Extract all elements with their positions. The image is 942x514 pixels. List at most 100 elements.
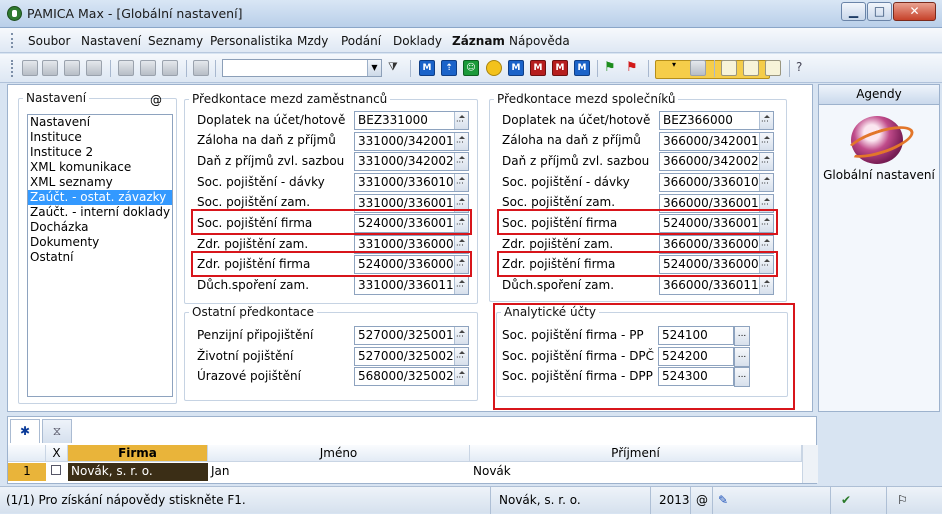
menu-doklady[interactable]: Doklady xyxy=(393,34,442,48)
firma-cell[interactable]: Novák, s. r. o. xyxy=(68,463,208,481)
row-checkbox[interactable] xyxy=(46,463,68,481)
checkbox-icon[interactable] xyxy=(51,465,61,475)
menu-seznamy[interactable]: Seznamy xyxy=(148,34,203,48)
list-item[interactable]: Docházka xyxy=(28,220,172,235)
prijmeni-column-header[interactable]: Příjmení xyxy=(470,445,802,462)
spin-icon[interactable] xyxy=(454,133,468,150)
note-icon[interactable] xyxy=(721,60,737,76)
menu-grip[interactable] xyxy=(11,33,14,48)
row-number[interactable]: 1 xyxy=(8,463,46,481)
edit-icon[interactable]: ✎ xyxy=(712,487,830,514)
m-blue-icon[interactable]: M xyxy=(419,60,435,76)
list-item[interactable]: Instituce 2 xyxy=(28,145,172,160)
minimize-button[interactable]: ▁ xyxy=(841,2,866,21)
list-icon[interactable] xyxy=(743,60,759,76)
list-item[interactable]: XML seznamy xyxy=(28,175,172,190)
account-field[interactable]: 568000/325002 xyxy=(354,367,469,386)
save-as-icon[interactable] xyxy=(162,60,178,76)
new-record-tab[interactable]: ✱ xyxy=(10,419,40,443)
filter-icon[interactable]: ⧩ xyxy=(388,60,404,76)
spin-icon[interactable] xyxy=(759,174,773,191)
list-item[interactable]: Nastavení xyxy=(28,115,172,130)
flag-icon[interactable]: ⚐ xyxy=(886,487,942,514)
toolbar-grip[interactable] xyxy=(11,60,14,77)
company-legend: Předkontace mezd společníků xyxy=(497,92,676,106)
account-field[interactable]: BEZ366000 xyxy=(659,111,774,130)
menu-podani[interactable]: Podání xyxy=(341,34,381,48)
account-field[interactable]: 331000/336011 xyxy=(354,276,469,295)
spin-icon[interactable] xyxy=(759,277,773,294)
jmeno-cell[interactable]: Jan xyxy=(208,463,470,481)
spin-icon[interactable] xyxy=(454,112,468,129)
print-icon[interactable] xyxy=(64,60,80,76)
spin-icon[interactable] xyxy=(454,368,468,385)
menu-nastaveni[interactable]: Nastavení xyxy=(81,34,141,48)
toolbar-combo[interactable]: ▼ xyxy=(222,59,382,77)
account-field[interactable]: 527000/325002 xyxy=(354,347,469,366)
save-icon[interactable] xyxy=(140,60,156,76)
spin-icon[interactable] xyxy=(454,327,468,344)
account-field[interactable]: 366000/336011 xyxy=(659,276,774,295)
account-field[interactable]: 366000/342001 xyxy=(659,132,774,151)
check-icon[interactable]: ✔ xyxy=(830,487,886,514)
account-field[interactable]: 366000/342002 xyxy=(659,152,774,171)
spin-icon[interactable] xyxy=(759,133,773,150)
help-icon[interactable]: ? xyxy=(796,60,812,76)
spin-icon[interactable] xyxy=(454,277,468,294)
exit-icon[interactable] xyxy=(22,60,38,76)
firma-column-header[interactable]: Firma xyxy=(68,445,208,462)
settings-list[interactable]: Nastavení Instituce Instituce 2 XML komu… xyxy=(27,114,173,397)
account-field[interactable]: 366000/336010 xyxy=(659,173,774,192)
status-at[interactable]: @ xyxy=(690,487,712,514)
m-red-icon[interactable]: M xyxy=(530,60,546,76)
at-icon[interactable]: @ xyxy=(150,93,162,107)
folder-dropdown-icon[interactable]: ▾ xyxy=(672,60,688,76)
list-item[interactable]: Ostatní xyxy=(28,250,172,265)
account-field[interactable]: 331000/342002 xyxy=(354,152,469,171)
flag-green-icon[interactable]: ⚑ xyxy=(604,60,620,76)
jmeno-column-header[interactable]: Jméno xyxy=(208,445,470,462)
prijmeni-cell[interactable]: Novák xyxy=(470,463,802,481)
spin-icon[interactable] xyxy=(454,174,468,191)
m-red-icon-2[interactable]: M xyxy=(552,60,568,76)
copy-record-icon[interactable] xyxy=(42,60,58,76)
list-item[interactable]: Zaúčt. - interní doklady xyxy=(28,205,172,220)
account-field[interactable]: 331000/336010 xyxy=(354,173,469,192)
list-item[interactable]: Dokumenty xyxy=(28,235,172,250)
new-doc-icon[interactable] xyxy=(118,60,134,76)
person-green-icon[interactable]: ☺ xyxy=(463,60,479,76)
person-up-icon[interactable]: ⇡ xyxy=(441,60,457,76)
grid-scrollbar[interactable] xyxy=(802,445,818,483)
agendy-label[interactable]: Globální nastavení xyxy=(819,168,939,182)
spin-icon[interactable] xyxy=(759,112,773,129)
spin-icon[interactable] xyxy=(759,153,773,170)
account-field[interactable]: 527000/325001 xyxy=(354,326,469,345)
app-icon[interactable] xyxy=(7,6,22,21)
menu-personalistika[interactable]: Personalistika xyxy=(210,34,293,48)
person-yellow-icon[interactable] xyxy=(486,60,502,76)
spin-icon[interactable] xyxy=(454,348,468,365)
menu-soubor[interactable]: Soubor xyxy=(28,34,70,48)
calculator-icon[interactable] xyxy=(690,60,706,76)
flag-red-icon[interactable]: ⚑ xyxy=(626,60,642,76)
preview-icon[interactable] xyxy=(86,60,102,76)
m-blue-icon-3[interactable]: M xyxy=(574,60,590,76)
chevron-down-icon[interactable]: ▼ xyxy=(367,60,381,76)
list-item[interactable]: XML komunikace xyxy=(28,160,172,175)
close-button[interactable]: ✕ xyxy=(893,2,936,21)
x-column-header[interactable]: X xyxy=(46,445,68,462)
menu-napoveda[interactable]: Nápověda xyxy=(509,34,570,48)
list-item-selected[interactable]: Zaúčt. - ostat. závazky xyxy=(28,190,172,205)
list-item[interactable]: Instituce xyxy=(28,130,172,145)
form-icon[interactable] xyxy=(765,60,781,76)
m-blue-icon-2[interactable]: M xyxy=(508,60,524,76)
menu-mzdy[interactable]: Mzdy xyxy=(297,34,328,48)
account-field[interactable]: BEZ331000 xyxy=(354,111,469,130)
global-settings-icon[interactable] xyxy=(851,116,903,164)
menu-zaznam[interactable]: Záznam xyxy=(452,34,505,48)
filter-tab[interactable]: ⧖ xyxy=(42,419,72,443)
spin-icon[interactable] xyxy=(454,153,468,170)
account-field[interactable]: 331000/342001 xyxy=(354,132,469,151)
maximize-button[interactable]: □ xyxy=(867,2,892,21)
clipboard-icon[interactable] xyxy=(193,60,209,76)
